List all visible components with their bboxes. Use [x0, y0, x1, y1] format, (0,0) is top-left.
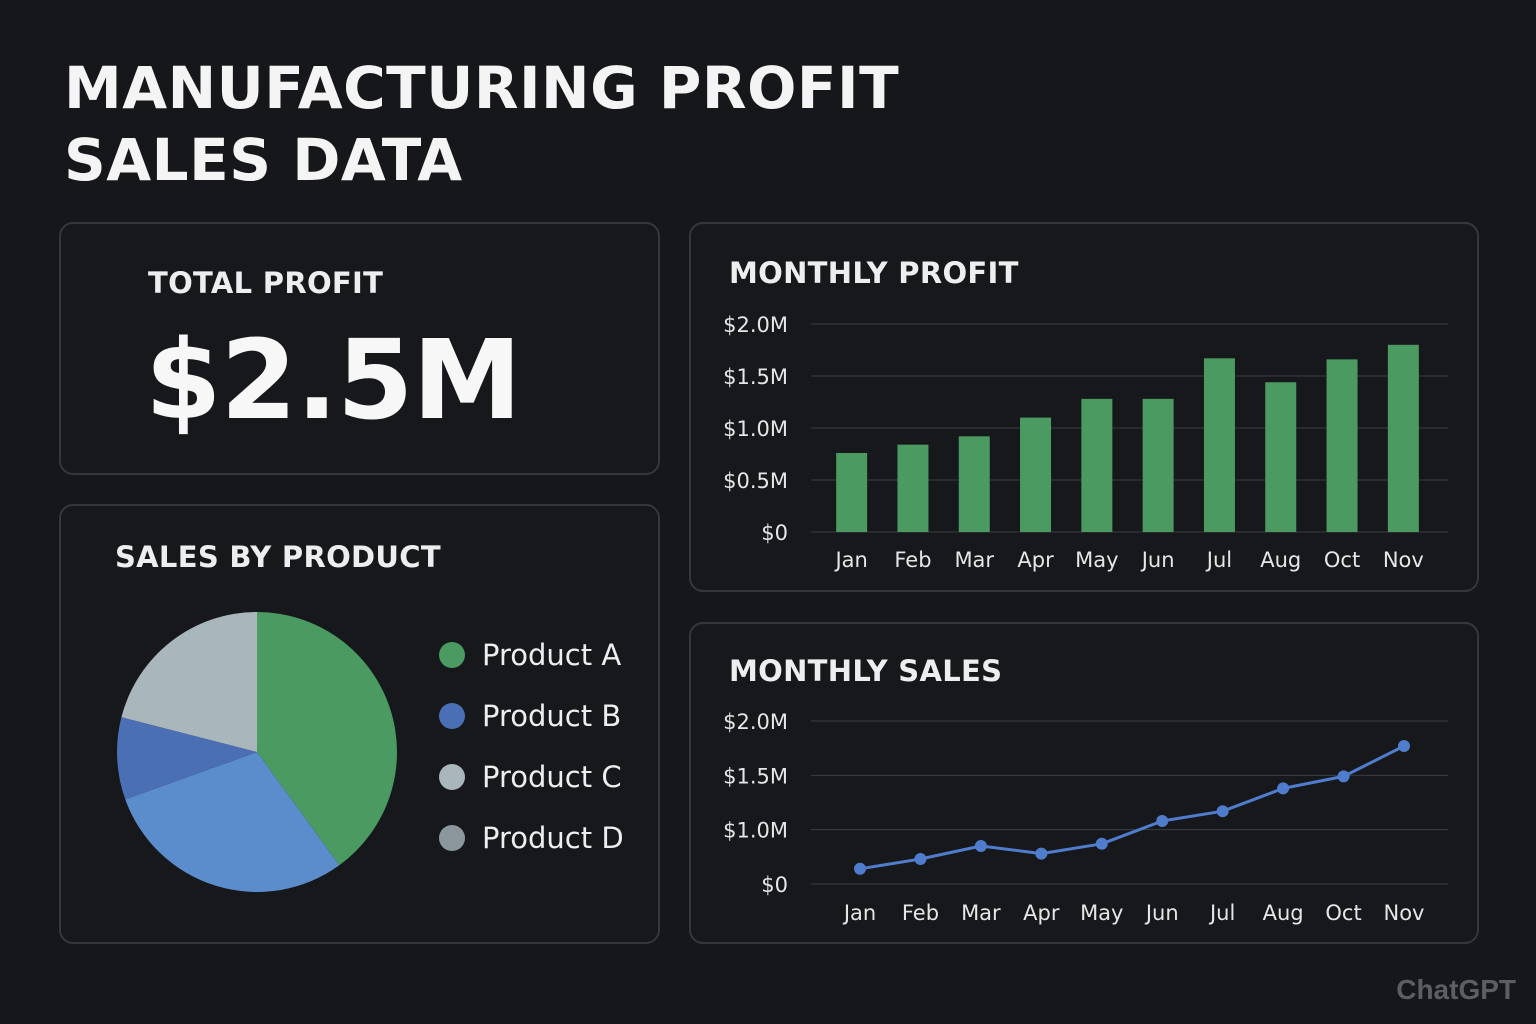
total-profit-card: TOTAL PROFIT $2.5M: [59, 222, 660, 475]
legend-item-product-c: Product C: [439, 746, 624, 807]
profit-bar-oct: [1326, 359, 1358, 532]
bar-x-tick-label: Jul: [1205, 548, 1232, 572]
sales-point-feb: [914, 853, 927, 866]
sales-by-product-card: SALES BY PRODUCT Product A Product B Pro…: [59, 504, 660, 944]
page-title-line-2: SALES DATA: [64, 126, 463, 194]
bar-x-tick-label: Jan: [833, 548, 867, 572]
legend-label-product-a: Product A: [482, 637, 622, 672]
bar-x-tick-label: Mar: [954, 548, 994, 572]
sales-point-nov: [1398, 739, 1410, 752]
watermark: ChatGPT: [1396, 974, 1516, 1005]
sales-by-product-pie-chart: [117, 612, 397, 892]
monthly-profit-card: MONTHLY PROFIT $0 $0.5M $1.0M $1.5M $2.0M Jan…: [689, 222, 1479, 592]
line-x-tick-label: Feb: [902, 901, 939, 925]
line-x-tick-label: Jun: [1144, 901, 1179, 925]
page-title: MANUFACTURING PROFIT SALES DATA: [64, 52, 899, 196]
sales-point-apr: [1035, 847, 1048, 860]
profit-bar-jun: [1142, 398, 1174, 532]
sales-line: [859, 744, 1405, 871]
total-profit-label: TOTAL PROFIT: [148, 266, 384, 300]
bar-y-tick-label: $1.0M: [723, 417, 788, 441]
total-profit-value: $2.5M: [145, 316, 522, 444]
monthly-sales-card: MONTHLY SALES $0 $1.0M $1.5M $2.0M Jan Feb Mar…: [689, 622, 1479, 944]
line-x-tick-label: Nov: [1384, 901, 1425, 925]
profit-bar-apr: [1020, 417, 1052, 532]
sales-point-aug: [1277, 782, 1290, 795]
legend-item-product-b: Product B: [439, 685, 624, 746]
bar-y-tick-label: $1.5M: [723, 365, 788, 389]
profit-bar-jan: [836, 452, 868, 532]
profit-bar-may: [1081, 398, 1113, 532]
line-x-tick-label: May: [1080, 901, 1123, 925]
line-x-tick-label: Aug: [1263, 901, 1304, 925]
line-x-tick-label: Mar: [961, 901, 1001, 925]
legend-dot-product-c: [439, 763, 465, 790]
bar-x-tick-label: Jun: [1140, 548, 1175, 572]
legend-dot-product-b: [439, 702, 465, 729]
page-title-line-1: MANUFACTURING PROFIT: [64, 54, 900, 122]
bar-x-tick-label: May: [1075, 548, 1118, 572]
bar-x-tick-label: Oct: [1324, 548, 1360, 572]
monthly-profit-bar-chart: $0 $0.5M $1.0M $1.5M $2.0M Jan Feb Mar Apr May Jun…: [723, 313, 1448, 572]
line-x-tick-label: Apr: [1023, 901, 1060, 925]
legend-label-product-d: Product D: [482, 820, 624, 855]
bar-x-tick-label: Aug: [1260, 548, 1301, 572]
profit-bar-jul: [1203, 358, 1235, 532]
line-y-tick-label: $0: [761, 873, 788, 897]
sales-point-oct: [1337, 770, 1350, 783]
line-y-tick-label: $1.0M: [723, 819, 788, 843]
profit-bar-mar: [958, 436, 990, 532]
line-y-tick-label: $2.0M: [723, 710, 788, 734]
bar-x-tick-label: Apr: [1017, 548, 1054, 572]
sales-point-jun: [1156, 814, 1169, 827]
monthly-sales-line-chart: $0 $1.0M $1.5M $2.0M Jan Feb Mar Apr May Jun Jul Au…: [723, 710, 1448, 925]
bar-x-tick-label: Nov: [1383, 548, 1424, 572]
bar-y-tick-label: $2.0M: [723, 313, 788, 337]
legend-dot-product-d: [439, 824, 465, 851]
sales-point-jan: [854, 862, 866, 875]
line-x-tick-label: Oct: [1325, 901, 1361, 925]
sales-by-product-label: SALES BY PRODUCT: [115, 540, 441, 574]
profit-bar-nov: [1387, 344, 1419, 532]
line-y-tick-label: $1.5M: [723, 764, 788, 788]
bar-y-tick-label: $0.5M: [723, 469, 788, 493]
bar-x-tick-label: Feb: [894, 548, 931, 572]
line-x-tick-label: Jan: [842, 901, 876, 925]
legend-label-product-b: Product B: [482, 698, 622, 733]
legend-label-product-c: Product C: [482, 759, 622, 794]
legend-dot-product-a: [439, 641, 465, 668]
legend-item-product-a: Product A: [439, 624, 624, 685]
legend-item-product-d: Product D: [439, 807, 624, 868]
profit-bar-feb: [897, 444, 929, 532]
line-x-tick-label: Jul: [1208, 901, 1235, 925]
sales-point-jul: [1216, 805, 1229, 818]
profit-bar-aug: [1265, 382, 1297, 532]
pie-legend: Product A Product B Product C Product D: [439, 624, 624, 868]
sales-point-mar: [974, 839, 987, 852]
sales-point-may: [1095, 837, 1108, 850]
bar-y-tick-label: $0: [761, 521, 788, 545]
